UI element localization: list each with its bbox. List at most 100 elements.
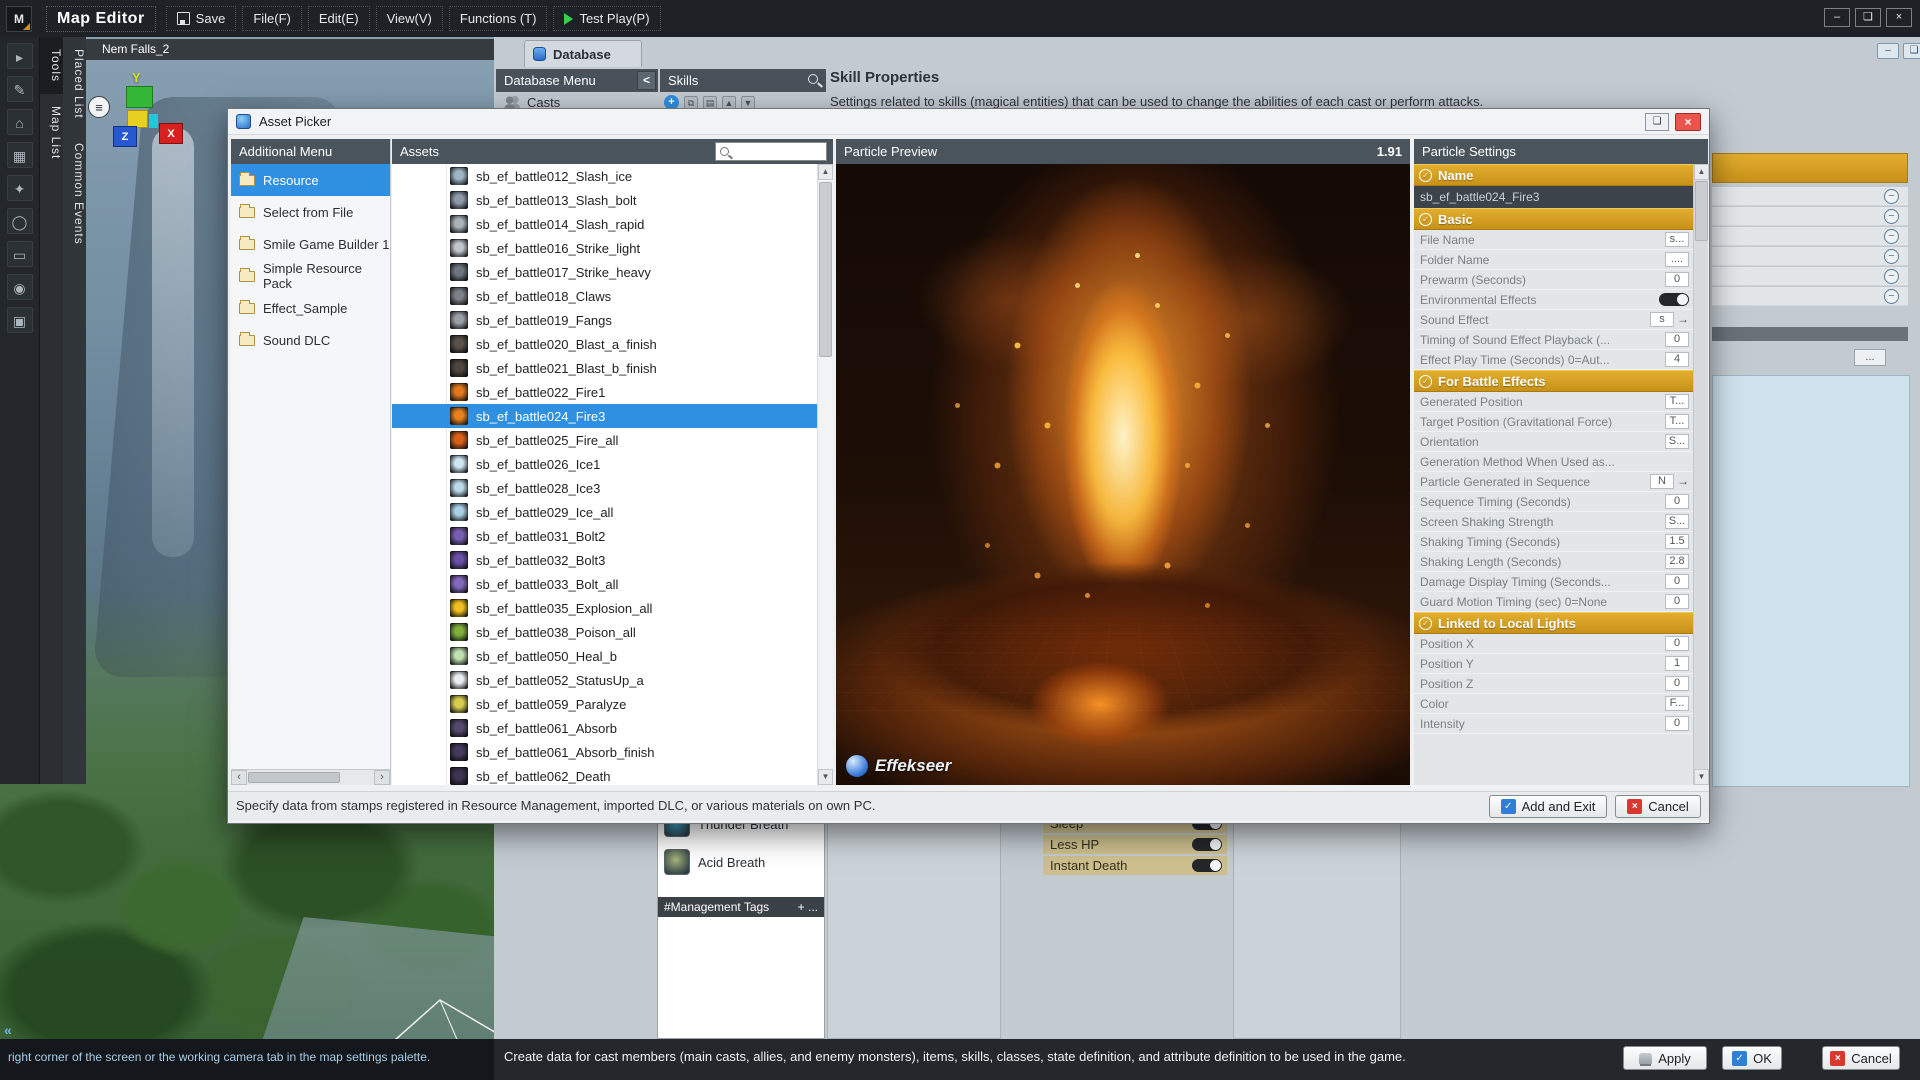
asset-item[interactable]: sb_ef_battle017_Strike_heavy	[392, 260, 833, 284]
scrollbar-thumb[interactable]	[819, 182, 832, 357]
dialog-title-bar[interactable]: Asset Picker ❏ ×	[228, 109, 1709, 135]
asset-item[interactable]: sb_ef_battle026_Ice1	[392, 452, 833, 476]
tab-placed-list[interactable]: Placed List	[63, 37, 86, 131]
menu-edit[interactable]: Edit(E)	[308, 6, 370, 31]
property-value[interactable]: ....	[1665, 252, 1689, 267]
open-picker-arrow-icon[interactable]: →	[1677, 474, 1689, 489]
scroll-chevrons-icon[interactable]: «	[4, 1022, 12, 1038]
property-value[interactable]: s	[1650, 312, 1674, 327]
ok-button[interactable]: ✓ OK	[1722, 1046, 1782, 1070]
settings-scrollbar[interactable]: ▲ ▼	[1693, 164, 1708, 785]
skill-item-acid-breath[interactable]: Acid Breath	[664, 849, 765, 875]
asset-item[interactable]: sb_ef_battle032_Bolt3	[392, 548, 833, 572]
gizmo-cyan-face[interactable]	[149, 114, 158, 128]
remove-attribute-icon[interactable]: −	[1884, 189, 1899, 204]
menu-save[interactable]: Save	[166, 6, 237, 31]
property-value[interactable]: 0	[1665, 636, 1689, 651]
asset-item[interactable]: sb_ef_battle061_Absorb_finish	[392, 740, 833, 764]
asset-item[interactable]: sb_ef_battle013_Slash_bolt	[392, 188, 833, 212]
scroll-down-icon[interactable]: ▼	[818, 769, 833, 785]
property-value[interactable]: 1.5	[1665, 534, 1689, 549]
settings-tool-icon[interactable]: ▣	[7, 307, 33, 333]
close-button[interactable]: ×	[1675, 113, 1701, 131]
gizmo-menu-icon[interactable]: ≡	[88, 96, 110, 118]
asset-item[interactable]: sb_ef_battle062_Death	[392, 764, 833, 785]
menu-item-effect-sample[interactable]: Effect_Sample	[231, 292, 390, 324]
scroll-up-icon[interactable]: ▲	[1694, 164, 1709, 180]
asset-item[interactable]: sb_ef_battle018_Claws	[392, 284, 833, 308]
asset-item[interactable]: sb_ef_battle022_Fire1	[392, 380, 833, 404]
particle-preview-viewport[interactable]: Effekseer	[836, 164, 1410, 785]
property-value[interactable]: 0	[1665, 716, 1689, 731]
menu-file[interactable]: File(F)	[242, 6, 302, 31]
asset-item[interactable]: sb_ef_battle033_Bolt_all	[392, 572, 833, 596]
scrollbar-thumb[interactable]	[248, 772, 340, 783]
select-tool-icon[interactable]: ▸	[7, 43, 33, 69]
tab-map-list[interactable]: Map List	[40, 94, 63, 171]
environmental-effects-toggle[interactable]	[1659, 293, 1689, 306]
gizmo-y-axis-cube[interactable]	[126, 86, 153, 108]
screen-tool-icon[interactable]: ▭	[7, 241, 33, 267]
gizmo-x-axis-cube[interactable]: X	[159, 123, 183, 144]
add-and-exit-button[interactable]: ✓ Add and Exit	[1489, 795, 1607, 818]
property-value[interactable]: S...	[1665, 514, 1689, 529]
asset-item[interactable]: sb_ef_battle025_Fire_all	[392, 428, 833, 452]
menu-test-play[interactable]: Test Play(P)	[553, 6, 660, 31]
asset-item[interactable]: sb_ef_battle050_Heal_b	[392, 644, 833, 668]
minimize-button[interactable]: –	[1877, 43, 1899, 59]
scroll-right-icon[interactable]: ›	[374, 770, 390, 785]
less-hp-toggle[interactable]	[1192, 838, 1222, 851]
menu-item-smile-game-builder-1[interactable]: Smile Game Builder 1	[231, 228, 390, 260]
menu-item-select-from-file[interactable]: Select from File	[231, 196, 390, 228]
minimize-button[interactable]: –	[1824, 8, 1850, 27]
pen-tool-icon[interactable]: ✎	[7, 76, 33, 102]
remove-attribute-icon[interactable]: −	[1884, 209, 1899, 224]
menu-item-resource[interactable]: Resource	[231, 164, 390, 196]
open-picker-arrow-icon[interactable]: →	[1677, 312, 1689, 327]
property-value[interactable]: 0	[1665, 676, 1689, 691]
sphere-tool-icon[interactable]: ◯	[7, 208, 33, 234]
gizmo-z-axis-cube[interactable]: Z	[113, 126, 137, 147]
scroll-down-icon[interactable]: ▼	[1694, 769, 1709, 785]
property-value[interactable]: 0	[1665, 594, 1689, 609]
scroll-up-icon[interactable]: ▲	[818, 164, 833, 180]
property-value[interactable]: 4	[1665, 352, 1689, 367]
back-button[interactable]: <	[637, 71, 656, 90]
asset-item[interactable]: sb_ef_battle038_Poison_all	[392, 620, 833, 644]
management-tags-more-button[interactable]: + ...	[798, 897, 818, 917]
asset-item[interactable]: sb_ef_battle061_Absorb	[392, 716, 833, 740]
menu-functions[interactable]: Functions (T)	[449, 6, 548, 31]
menu-item-sound-dlc[interactable]: Sound DLC	[231, 324, 390, 356]
maximize-button[interactable]: ❏	[1855, 8, 1881, 27]
property-value[interactable]: S...	[1665, 434, 1689, 449]
property-value[interactable]: 0	[1665, 494, 1689, 509]
management-tags-bar[interactable]: #Management Tags + ...	[658, 897, 824, 917]
asset-search-input[interactable]	[715, 142, 827, 161]
tab-tools[interactable]: Tools	[40, 37, 63, 94]
property-value[interactable]: 0	[1665, 574, 1689, 589]
property-value[interactable]: 0	[1665, 272, 1689, 287]
apply-button[interactable]: Apply	[1623, 1046, 1707, 1070]
property-value[interactable]: T...	[1665, 394, 1689, 409]
building-tool-icon[interactable]: ⌂	[7, 109, 33, 135]
property-value[interactable]: s...	[1665, 232, 1689, 247]
terrain-tool-icon[interactable]: ▦	[7, 142, 33, 168]
asset-item[interactable]: sb_ef_battle059_Paralyze	[392, 692, 833, 716]
asset-item[interactable]: sb_ef_battle020_Blast_a_finish	[392, 332, 833, 356]
asset-item[interactable]: sb_ef_battle035_Explosion_all	[392, 596, 833, 620]
asset-item[interactable]: sb_ef_battle014_Slash_rapid	[392, 212, 833, 236]
scrollbar-thumb[interactable]	[1695, 181, 1708, 241]
asset-item[interactable]: sb_ef_battle012_Slash_ice	[392, 164, 833, 188]
asset-item[interactable]: sb_ef_battle019_Fangs	[392, 308, 833, 332]
property-value[interactable]: 1	[1665, 656, 1689, 671]
remove-attribute-icon[interactable]: −	[1884, 229, 1899, 244]
tab-database[interactable]: Database	[524, 40, 642, 67]
remove-attribute-icon[interactable]: −	[1884, 249, 1899, 264]
search-icon[interactable]	[808, 74, 818, 84]
view-gizmo[interactable]: ≡ Y Z X	[88, 70, 208, 170]
tab-common-events[interactable]: Common Events	[63, 131, 86, 257]
restore-button[interactable]: ❏	[1645, 113, 1669, 131]
property-value[interactable]: 0	[1665, 332, 1689, 347]
cancel-button[interactable]: × Cancel	[1615, 795, 1701, 818]
remove-attribute-icon[interactable]: −	[1884, 269, 1899, 284]
